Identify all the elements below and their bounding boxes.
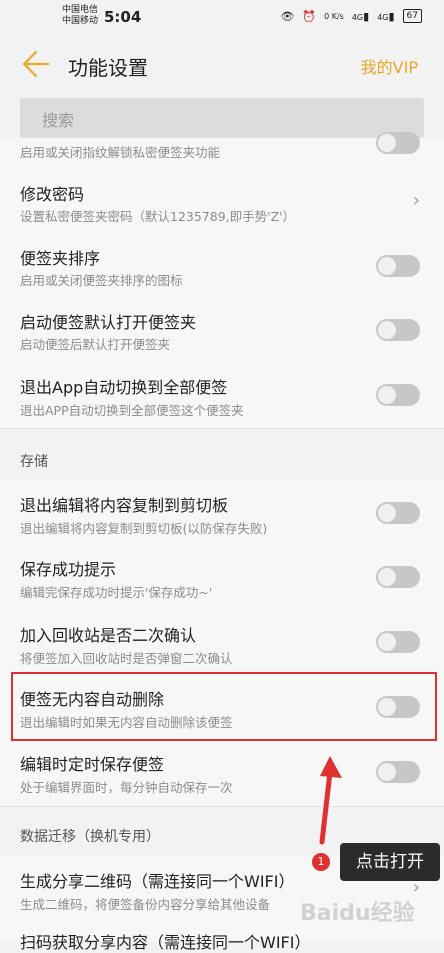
page-title: 功能设置 xyxy=(68,56,148,80)
clock: 5:04 xyxy=(104,8,142,26)
step-number-badge: 1 xyxy=(312,853,330,871)
tooltip-text: 点击打开 xyxy=(340,843,440,881)
list-item-subtitle: 编辑完保存成功时提示'保存成功~' xyxy=(20,585,213,600)
toggle-switch[interactable] xyxy=(376,502,420,524)
list-item-title: 保存成功提示 xyxy=(20,560,117,579)
list-item-subtitle: 启用或关闭便签夹排序的图标 xyxy=(20,273,183,288)
highlight-box xyxy=(11,672,437,741)
list-item-subtitle: 生成二维码，将便签备份内容分享给其他设备 xyxy=(20,897,271,912)
search-input[interactable]: 搜索 xyxy=(20,98,424,138)
list-item-timed-save[interactable]: 编辑时定时保存便签 处于编辑界面时，每分钟自动保存一次 xyxy=(0,740,444,807)
list-item-subtitle: 退出编辑将内容复制到剪切板(以防保存失败) xyxy=(20,521,268,536)
list-item-subtitle: 启动便签后默认打开便签夹 xyxy=(20,337,171,352)
list-item-title: 退出编辑将内容复制到剪切板 xyxy=(20,496,229,515)
signal2-label: 4G xyxy=(377,12,389,22)
toggle-knob xyxy=(378,257,396,275)
list-item-title: 修改密码 xyxy=(20,185,85,204)
list-item-title: 启动便签默认打开便签夹 xyxy=(20,313,197,332)
toggle-switch[interactable] xyxy=(376,132,420,154)
list-item-title: 扫码获取分享内容（需连接同一个WIFI） xyxy=(20,933,311,952)
carrier-labels: 中国电信 中国移动 xyxy=(62,5,98,27)
toggle-switch[interactable] xyxy=(376,384,420,406)
toggle-switch[interactable] xyxy=(376,255,420,277)
vip-link[interactable]: 我的VIP xyxy=(361,54,418,78)
list-item-subtitle: 启用或关闭指纹解锁私密便签夹功能 xyxy=(20,145,221,160)
carrier-2: 中国移动 xyxy=(62,16,99,26)
list-item-copy-clipboard[interactable]: 退出编辑将内容复制到剪切板 退出编辑将内容复制到剪切板(以防保存失败) xyxy=(0,480,444,547)
list-item-open-folder-default[interactable]: 启动便签默认打开便签夹 启动便签后默认打开便签夹 xyxy=(0,298,444,363)
carrier-1: 中国电信 xyxy=(62,5,99,15)
list-item-title: 生成分享二维码（需连接同一个WIFI） xyxy=(20,872,295,891)
tutorial-tooltip: 1 点击打开 xyxy=(312,843,440,881)
status-bar: 中国电信 中国移动 5:04 👁 ⏰ 0 K/s 4G▮ 4G▮ 67 xyxy=(0,0,444,36)
list-item-title: 退出App自动切换到全部便签 xyxy=(20,378,228,397)
toggle-knob xyxy=(378,134,396,152)
list-item-switch-all-notes[interactable]: 退出App自动切换到全部便签 退出APP自动切换到全部便签这个便签夹 xyxy=(0,362,444,429)
list-item-subtitle: 将便签加入回收站时是否弹窗二次确认 xyxy=(20,651,233,666)
toggle-knob xyxy=(378,633,396,651)
eye-icon: 👁 xyxy=(280,9,295,23)
list-item-title: 便签夹排序 xyxy=(20,249,101,268)
app-header: 功能设置 我的VIP xyxy=(0,36,444,94)
toggle-switch[interactable] xyxy=(376,566,420,588)
watermark-logo: Baidu经验 xyxy=(300,901,415,926)
alarm-icon: ⏰ xyxy=(302,9,317,23)
network-speed: 0 K/s xyxy=(324,11,344,21)
chevron-right-icon: › xyxy=(412,190,420,211)
list-item-folder-sort[interactable]: 便签夹排序 启用或关闭便签夹排序的图标 xyxy=(0,234,444,299)
signal-icon-2: 4G▮ xyxy=(377,9,395,23)
toggle-switch[interactable] xyxy=(376,631,420,653)
section-header-migration: 数据迁移（换机专用） xyxy=(20,829,160,845)
toggle-knob xyxy=(378,763,396,781)
pointer-arrow-icon xyxy=(319,756,342,845)
list-item-recycle-confirm[interactable]: 加入回收站是否二次确认 将便签加入回收站时是否弹窗二次确认 xyxy=(0,610,444,675)
signal-icon-1: 4G▮ xyxy=(351,9,370,23)
toggle-switch[interactable] xyxy=(376,319,420,341)
list-item-fingerprint[interactable]: 启用或关闭指纹解锁私密便签夹功能 xyxy=(0,132,444,171)
toggle-knob xyxy=(378,321,396,339)
battery-icon: 67 xyxy=(402,9,422,23)
signal1-label: 4G xyxy=(351,12,364,22)
toggle-knob xyxy=(378,386,396,404)
toggle-switch[interactable] xyxy=(376,761,420,783)
section-header-storage: 存储 xyxy=(20,454,48,470)
list-item-subtitle: 设置私密便签夹密码（默认1235789,即手势'Z'） xyxy=(20,209,296,224)
status-icons: 👁 ⏰ 0 K/s 4G▮ 4G▮ 67 xyxy=(280,9,422,23)
list-item-title: 加入回收站是否二次确认 xyxy=(20,626,197,645)
list-item-title: 编辑时定时保存便签 xyxy=(20,755,165,774)
list-item-subtitle: 处于编辑界面时，每分钟自动保存一次 xyxy=(20,780,233,795)
search-placeholder: 搜索 xyxy=(42,111,75,130)
toggle-knob xyxy=(378,568,396,586)
toggle-knob xyxy=(378,504,396,522)
list-item-save-hint[interactable]: 保存成功提示 编辑完保存成功时提示'保存成功~' xyxy=(0,546,444,611)
back-arrow-icon[interactable] xyxy=(20,46,50,82)
list-item-change-password[interactable]: 修改密码 设置私密便签夹密码（默认1235789,即手势'Z'） › xyxy=(0,170,444,235)
list-item-subtitle: 退出APP自动切换到全部便签这个便签夹 xyxy=(20,403,244,418)
